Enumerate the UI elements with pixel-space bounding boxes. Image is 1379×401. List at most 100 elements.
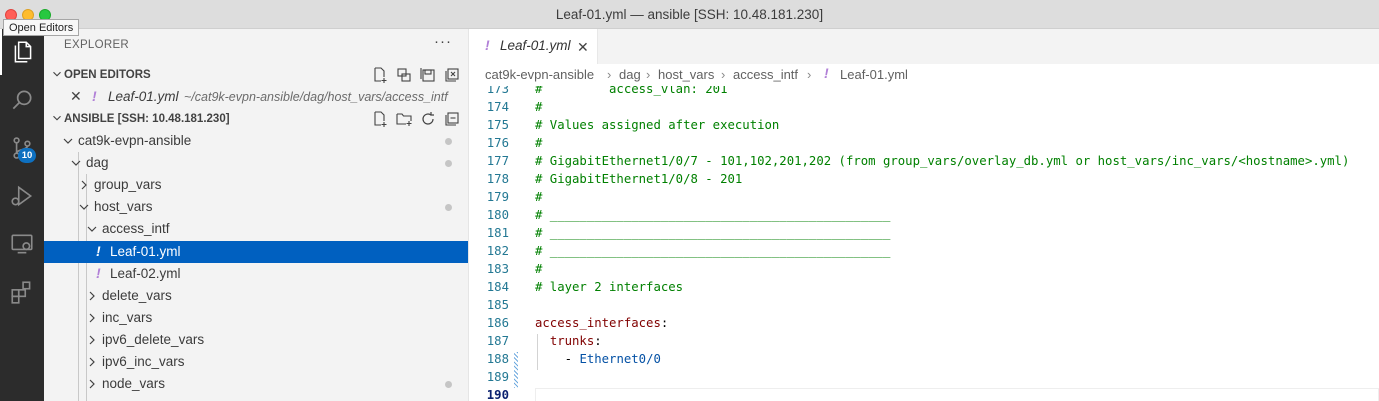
- editor-tab-bar: ! Leaf-01.yml ✕: [469, 29, 1379, 64]
- line-number: 180: [486, 208, 509, 222]
- yaml-file-icon: !: [96, 243, 101, 259]
- breadcrumb-item[interactable]: cat9k-evpn-ansible: [485, 67, 594, 82]
- tree-label: group_vars: [94, 177, 162, 192]
- chevron-right-icon: ›: [646, 67, 651, 82]
- code-line: 189: [469, 370, 1379, 388]
- code-line: 178 # GigabitEthernet1/0/8 - 201: [469, 172, 1379, 190]
- tooltip: Open Editors: [3, 19, 80, 36]
- remote-explorer-icon[interactable]: [0, 221, 44, 267]
- open-editor-item[interactable]: ✕ ! Leaf-01.yml ~/cat9k-evpn-ansible/dag…: [44, 86, 468, 108]
- code-line: 174 #: [469, 100, 1379, 118]
- tree-folder-host-vars[interactable]: host_vars: [44, 196, 468, 218]
- code-line: 183 #: [469, 262, 1379, 280]
- line-number: 179: [486, 190, 509, 204]
- code-line: 184 # layer 2 interfaces: [469, 280, 1379, 298]
- yaml-key: access_interfaces: [535, 316, 661, 330]
- close-tab-icon[interactable]: ✕: [577, 39, 589, 56]
- extensions-icon[interactable]: [0, 269, 44, 315]
- open-editors-label: OPEN EDITORS: [64, 69, 151, 81]
- code-line: 175 # Values assigned after execution: [469, 118, 1379, 136]
- tree-label: inc_vars: [102, 310, 153, 325]
- code-text: # ______________________________________…: [535, 226, 891, 240]
- close-all-editors-icon[interactable]: [443, 66, 461, 84]
- tree-file-leaf-01[interactable]: ! Leaf-01.yml: [44, 241, 468, 263]
- line-number: 181: [486, 226, 509, 240]
- line-number: 173: [486, 86, 509, 96]
- tree-folder-ipv6-inc-vars[interactable]: ipv6_inc_vars: [44, 351, 468, 373]
- run-debug-icon[interactable]: [0, 173, 44, 219]
- save-all-icon[interactable]: [419, 66, 437, 84]
- code-text: # layer 2 interfaces: [535, 280, 684, 294]
- close-editor-icon[interactable]: ✕: [70, 88, 82, 105]
- explorer-header: EXPLORER: [64, 39, 130, 51]
- tree-folder-delete-vars[interactable]: delete_vars: [44, 285, 468, 307]
- yaml-dash: -: [564, 352, 580, 366]
- breadcrumb-item[interactable]: host_vars: [658, 67, 714, 82]
- chevron-down-icon: [71, 160, 81, 166]
- breadcrumb-item[interactable]: dag: [619, 67, 641, 82]
- code-line: 185: [469, 298, 1379, 316]
- collapse-all-icon[interactable]: [443, 110, 461, 128]
- code-text: # Values assigned after execution: [535, 118, 780, 132]
- search-icon[interactable]: [0, 77, 44, 123]
- new-file-icon[interactable]: [371, 110, 389, 128]
- tree-file-leaf-02[interactable]: ! Leaf-02.yml: [44, 263, 468, 285]
- code-text: #: [535, 190, 543, 204]
- open-editors-section-header[interactable]: OPEN EDITORS: [44, 64, 468, 86]
- more-actions-button[interactable]: ···: [434, 33, 452, 50]
- activity-bar: 10: [0, 29, 44, 401]
- tree-folder-access-intf[interactable]: access_intf: [44, 218, 468, 240]
- workspace-section-header[interactable]: ANSIBLE [SSH: 10.48.181.230]: [44, 108, 468, 130]
- code-text: trunks:: [535, 334, 602, 348]
- tree-label: Leaf-02.yml: [110, 266, 181, 281]
- line-number: 176: [486, 136, 509, 150]
- tree-folder-dag[interactable]: dag: [44, 152, 468, 174]
- code-text: #: [535, 262, 543, 276]
- chevron-down-icon: [53, 115, 61, 121]
- line-number: 182: [486, 244, 509, 258]
- line-number: 178: [486, 172, 509, 186]
- code-line: 177 # GigabitEthernet1/0/7 - 101,102,201,…: [469, 154, 1379, 172]
- yaml-file-icon: !: [96, 265, 101, 281]
- toggle-vertical-layout-icon[interactable]: [395, 66, 413, 84]
- refresh-icon[interactable]: [419, 110, 437, 128]
- code-editor[interactable]: 173 # access_vlan: 201 174 #175 # Values ass…: [469, 86, 1379, 401]
- chevron-down-icon: [53, 71, 61, 77]
- chevron-right-icon: ›: [721, 67, 726, 82]
- yaml-key: trunks: [549, 334, 595, 348]
- tab-leaf-01[interactable]: ! Leaf-01.yml ✕: [469, 29, 598, 64]
- code-line: 180 # ___________________________________…: [469, 208, 1379, 226]
- chevron-down-icon: [79, 204, 89, 210]
- tree-folder-group-vars[interactable]: group_vars: [44, 174, 468, 196]
- breadcrumb-item[interactable]: Leaf-01.yml: [840, 67, 908, 82]
- tree-folder-cat9k-evpn-ansible[interactable]: cat9k-evpn-ansible: [44, 130, 468, 152]
- tree-folder-node-vars[interactable]: node_vars: [44, 373, 468, 395]
- tree-label: dag: [86, 155, 109, 170]
- line-number: 188: [486, 352, 509, 366]
- code-text: # access_vlan: 201: [535, 86, 728, 96]
- tree-folder-inc-vars[interactable]: inc_vars: [44, 307, 468, 329]
- open-editor-filename: Leaf-01.yml: [108, 89, 179, 104]
- new-folder-icon[interactable]: [395, 110, 413, 128]
- new-untitled-file-icon[interactable]: [371, 66, 389, 84]
- yaml-colon: :: [660, 316, 669, 330]
- yaml-file-icon: !: [824, 65, 829, 81]
- code-line: 187 trunks:: [469, 334, 1379, 352]
- modified-dot: [445, 138, 452, 145]
- line-number: 190: [486, 388, 509, 401]
- code-text: # GigabitEthernet1/0/8 - 201: [535, 172, 743, 186]
- breadcrumb-item[interactable]: access_intf: [733, 67, 798, 82]
- chevron-down-icon: [87, 226, 97, 232]
- modified-dot: [445, 204, 452, 211]
- indent-guide: [537, 334, 538, 370]
- code-line: 179 #: [469, 190, 1379, 208]
- line-number: 186: [486, 316, 509, 330]
- code-line: 186 access_interfaces:: [469, 316, 1379, 334]
- tree-label: delete_vars: [102, 288, 172, 303]
- chevron-right-icon: [89, 291, 95, 301]
- breadcrumb: cat9k-evpn-ansible › dag › host_vars › a…: [469, 64, 1379, 86]
- code-text: #: [535, 136, 543, 150]
- tree-folder-ipv6-delete-vars[interactable]: ipv6_delete_vars: [44, 329, 468, 351]
- line-number: 184: [486, 280, 509, 294]
- code-text: # ______________________________________…: [535, 244, 891, 258]
